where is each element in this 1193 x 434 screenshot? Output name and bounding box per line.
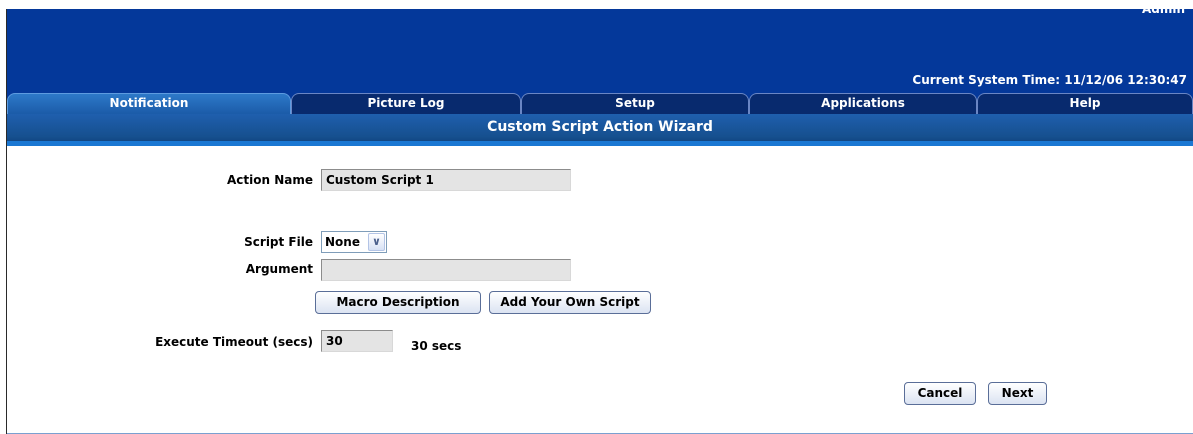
tab-bar: Notification Picture Log Setup Applicati…: [7, 90, 1193, 114]
timeout-display: 30 secs: [411, 339, 462, 353]
script-file-label: Script File: [244, 235, 313, 249]
script-file-select[interactable]: None ∨: [321, 231, 387, 253]
tab-setup[interactable]: Setup: [521, 93, 749, 114]
argument-label: Argument: [245, 262, 313, 276]
tab-help[interactable]: Help: [977, 93, 1193, 114]
wizard-title-bar: Custom Script Action Wizard: [7, 114, 1193, 146]
user-name: Admin: [1141, 2, 1185, 16]
app-frame: Admin Current System Time: 11/12/06 12:3…: [6, 2, 1193, 434]
execute-timeout-input[interactable]: 30: [321, 330, 393, 352]
macro-description-button[interactable]: Macro Description: [315, 291, 481, 314]
execute-timeout-label: Execute Timeout (secs): [155, 335, 313, 349]
tab-help-label: Help: [1069, 96, 1101, 110]
tab-notification-label: Notification: [109, 96, 189, 110]
tab-picture-log[interactable]: Picture Log: [291, 93, 521, 114]
action-name-input[interactable]: Custom Script 1: [321, 169, 571, 191]
next-button[interactable]: Next: [988, 382, 1047, 405]
header-banner: Admin Current System Time: 11/12/06 12:3…: [7, 2, 1193, 90]
system-time: Current System Time: 11/12/06 12:30:47: [912, 73, 1187, 87]
title-divider: [7, 141, 1193, 146]
tab-applications-label: Applications: [821, 96, 905, 110]
cancel-button[interactable]: Cancel: [904, 382, 976, 405]
chevron-down-icon[interactable]: ∨: [368, 233, 385, 251]
tab-setup-label: Setup: [615, 96, 655, 110]
tab-picture-log-label: Picture Log: [367, 96, 445, 110]
action-name-label: Action Name: [227, 173, 313, 187]
tab-notification[interactable]: Notification: [7, 93, 291, 114]
script-file-value: None: [325, 235, 360, 249]
argument-input[interactable]: [321, 259, 571, 281]
add-your-own-script-button[interactable]: Add Your Own Script: [489, 291, 651, 314]
tab-applications[interactable]: Applications: [749, 93, 977, 114]
page-title: Custom Script Action Wizard: [487, 119, 713, 135]
